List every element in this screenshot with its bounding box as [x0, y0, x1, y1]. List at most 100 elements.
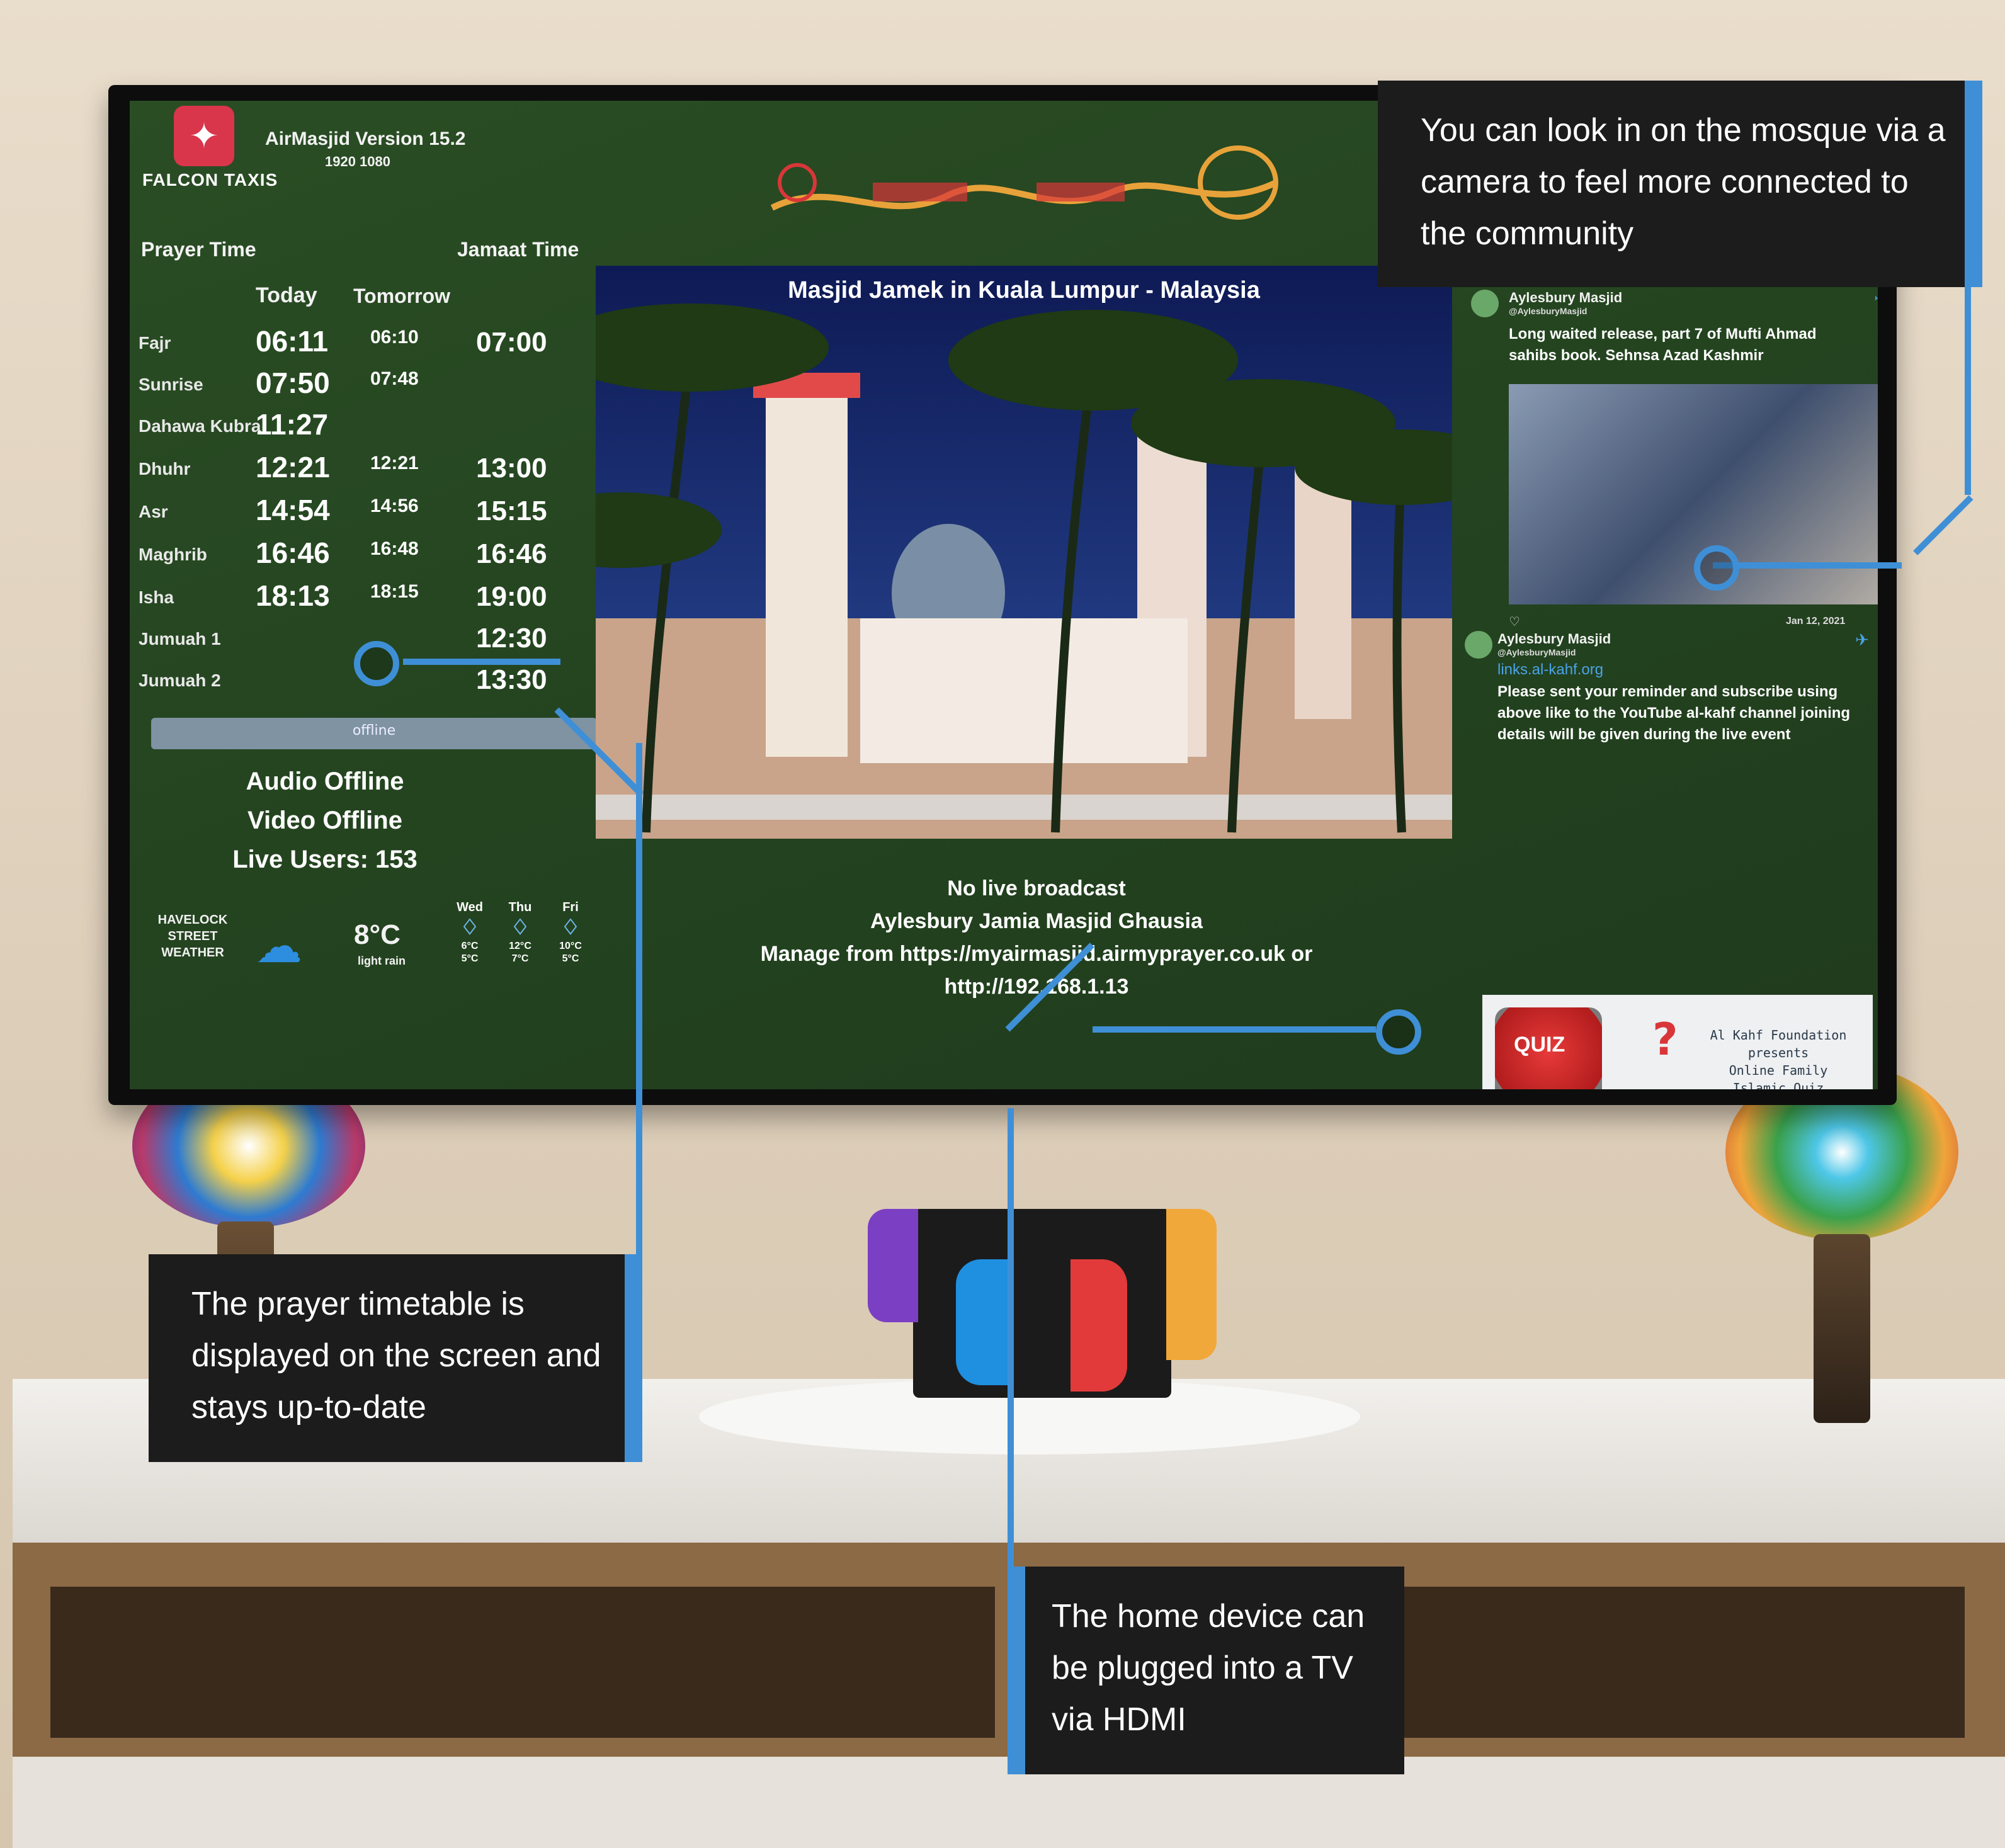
forecast-low: 7°C: [511, 953, 529, 964]
quiz-title: Al Kahf Foundation presents Online Famil…: [1696, 1026, 1860, 1089]
prayer-row-fajr: Fajr 06:11 06:10 07:00: [130, 324, 608, 366]
prayer-jamaat-time: 07:00: [476, 327, 547, 358]
lamp-right-stand: [1814, 1234, 1870, 1423]
joycon-yellow: [1166, 1209, 1217, 1360]
tweet-date: Jan 12, 2021: [1786, 616, 1846, 626]
prayer-name: Fajr: [139, 333, 171, 353]
prayer-name: Sunrise: [139, 375, 203, 394]
prayer-today-time: 06:11: [256, 325, 329, 358]
callout-device-text: The home device can be plugged into a TV…: [1052, 1598, 1365, 1738]
mosque-photo: [596, 266, 1452, 839]
prayer-name: Asr: [139, 502, 168, 521]
heart-icon[interactable]: ♡: [1509, 614, 1520, 629]
quiz-card[interactable]: QUIZ ? Al Kahf Foundation presents Onlin…: [1482, 995, 1873, 1089]
prayer-today-time: 11:27: [256, 408, 329, 441]
prayer-today-time: 07:50: [256, 366, 330, 399]
prayer-name: Jumuah 2: [139, 671, 221, 690]
weather-condition: light rain: [358, 955, 406, 967]
today-column-header: Today: [256, 283, 317, 307]
quiz-line: presents: [1747, 1045, 1809, 1060]
prayer-jamaat-time: 12:30: [476, 623, 547, 654]
forecast-day: Thu: [508, 900, 532, 914]
callout-camera-line-horizontal: [1713, 562, 1902, 569]
prayer-jamaat-time: 13:30: [476, 664, 547, 695]
live-users-count: Live Users: 153: [232, 846, 417, 873]
callout-timetable: The prayer timetable is displayed on the…: [149, 1254, 642, 1462]
mosque-name: Aylesbury Jamia Masjid Ghausia: [870, 909, 1203, 933]
callout-timetable-text: The prayer timetable is displayed on the…: [191, 1286, 601, 1426]
callout-timetable-line-horizontal: [403, 659, 560, 665]
stream-status: Audio Offline Video Offline Live Users: …: [161, 762, 489, 879]
forecast-day: Fri: [562, 900, 579, 914]
callout-timetable-line: [636, 743, 642, 1254]
offline-label: offline: [352, 723, 396, 739]
arabic-calligraphy: [770, 145, 1278, 220]
prayer-row-dhuhr: Dhuhr 12:21 12:21 13:00: [130, 450, 608, 492]
tweet-handle: @AylesburyMasjid: [1497, 647, 1576, 657]
prayer-name: Maghrib: [139, 545, 207, 564]
callout-camera-text: You can look in on the mosque via a came…: [1421, 112, 1946, 252]
callout-accent-bar: [625, 1254, 642, 1462]
avatar: [1471, 290, 1499, 317]
twitter-bird-icon: ✈: [1855, 631, 1869, 650]
joycon-red: [1071, 1259, 1127, 1392]
quiz-badge: QUIZ: [1514, 1033, 1565, 1057]
jamaat-time-header: Jamaat Time: [457, 238, 579, 261]
tweet-author: Aylesbury Masjid: [1497, 631, 1611, 647]
prayer-row-dahawa-kubra: Dahawa Kubra 11:27: [130, 407, 608, 449]
prayer-today-time: 16:46: [256, 536, 330, 569]
forecast-day: Wed: [457, 900, 483, 914]
rain-icon: ♢: [510, 915, 530, 939]
forecast-low: 5°C: [461, 953, 479, 964]
broadcast-info: No live broadcast Aylesbury Jamia Masjid…: [684, 872, 1389, 1003]
prayer-jamaat-time: 19:00: [476, 581, 547, 612]
forecast-low: 5°C: [562, 953, 579, 964]
logo-text: FALCON TAXIS: [142, 170, 278, 190]
prayer-today-time: 18:13: [256, 579, 330, 612]
callout-camera-line: [1965, 287, 1971, 495]
prayer-tomorrow-time: 12:21: [370, 453, 419, 473]
avatar: [1465, 631, 1492, 659]
prayer-row-asr: Asr 14:54 14:56 15:15: [130, 493, 608, 535]
forecast-high: 10°C: [559, 941, 582, 951]
bird-icon: ✦: [189, 115, 219, 157]
screen-resolution: 1920 1080: [325, 154, 390, 169]
tweet-text: Please sent your reminder and subscribe …: [1497, 683, 1851, 743]
prayer-name: Dhuhr: [139, 459, 191, 479]
console-dock: [913, 1209, 1171, 1398]
rain-icon: ♢: [560, 915, 581, 939]
falcon-logo: ✦: [174, 106, 234, 166]
forecast-day-fri: Fri ♢ 10°C 5°C: [545, 900, 596, 965]
callout-camera-marker: [1694, 545, 1739, 591]
rain-icon: ♢: [460, 915, 480, 939]
mosque-camera-video[interactable]: Masjid Jamek in Kuala Lumpur - Malaysia: [596, 266, 1452, 839]
prayer-tomorrow-time: 14:56: [370, 496, 419, 516]
prayer-tomorrow-time: 16:48: [370, 538, 419, 559]
weather-location: HAVELOCK STREET WEATHER: [157, 913, 228, 960]
prayer-row-maghrib: Maghrib 16:46 16:48 16:46: [130, 536, 608, 577]
broadcast-status: No live broadcast: [947, 876, 1126, 900]
forecast-high: 6°C: [461, 941, 479, 951]
offline-status-bar: offline: [151, 718, 597, 749]
prayer-time-header: Prayer Time: [141, 238, 256, 261]
twitter-feed: Aylesbury Masjid @AylesburyMasjid ✈ Long…: [1458, 266, 1878, 1089]
prayer-name: Isha: [139, 587, 174, 607]
callout-device: The home device can be plugged into a TV…: [1008, 1567, 1404, 1774]
callout-accent-bar: [1965, 81, 1982, 287]
callout-accent-bar: [1008, 1567, 1025, 1774]
prayer-row-sunrise: Sunrise 07:50 07:48: [130, 366, 608, 407]
tweet-author: Aylesbury Masjid: [1509, 290, 1623, 305]
prayer-tomorrow-time: 07:48: [370, 368, 419, 389]
tweet-handle: @AylesburyMasjid: [1509, 306, 1588, 316]
prayer-jamaat-time: 13:00: [476, 453, 547, 484]
forecast-day-wed: Wed ♢ 6°C 5°C: [445, 900, 495, 965]
prayer-row-isha: Isha 18:13 18:15 19:00: [130, 579, 608, 620]
quiz-line: Online Family: [1729, 1063, 1828, 1078]
prayer-name: Dahawa Kubra: [139, 416, 261, 436]
tweet-text: Long waited release, part 7 of Mufti Ahm…: [1509, 326, 1817, 364]
tweet-link[interactable]: links.al-kahf.org: [1497, 661, 1603, 679]
prayer-jamaat-time: 15:15: [476, 496, 547, 526]
tomorrow-column-header: Tomorrow: [353, 285, 451, 307]
callout-device-line-horizontal: [1093, 1026, 1376, 1033]
cabinet-shelf-left: [50, 1587, 995, 1738]
